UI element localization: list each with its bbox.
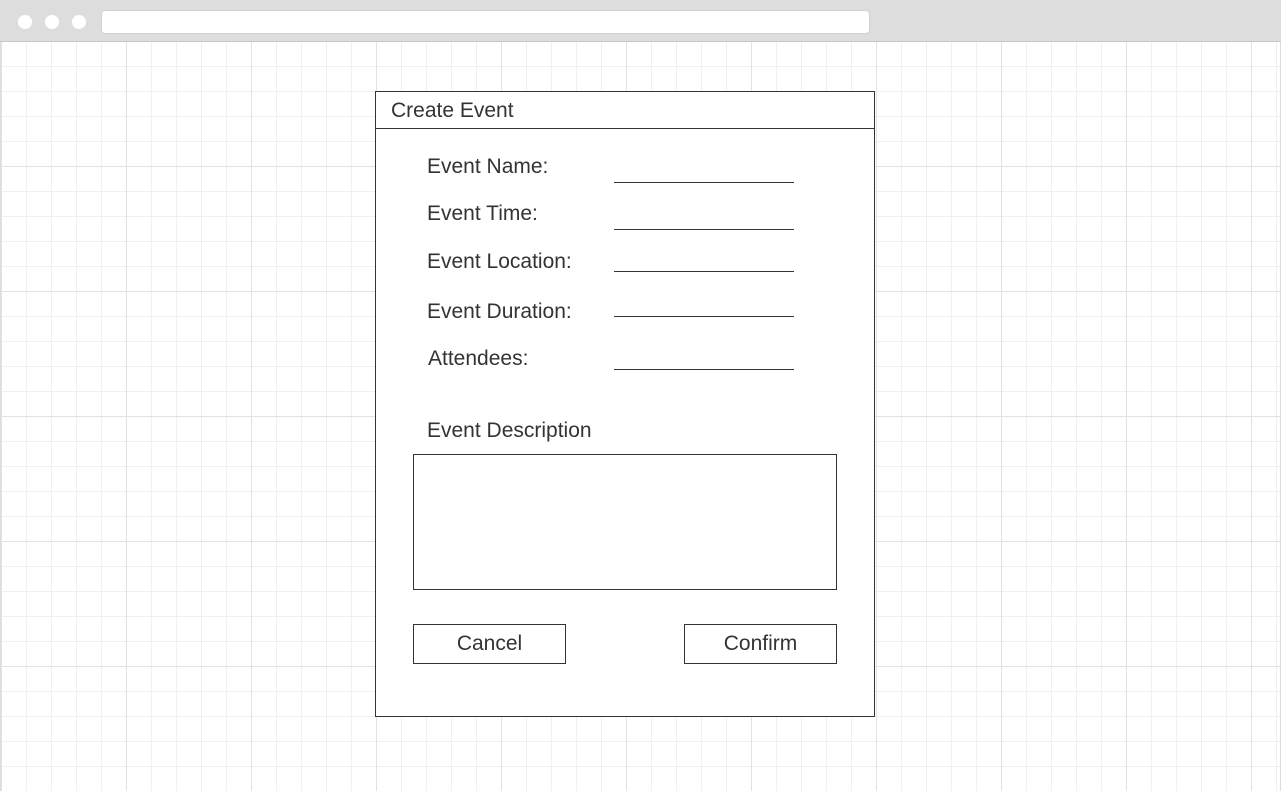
event-time-input[interactable] <box>614 207 794 230</box>
window-minimize-dot[interactable] <box>45 15 59 29</box>
browser-chrome <box>0 0 1281 42</box>
event-duration-input[interactable] <box>614 294 794 317</box>
event-name-label: Event Name: <box>427 155 549 178</box>
create-event-dialog: Create Event Event Name: Event Time: Eve… <box>375 91 875 717</box>
event-duration-label: Event Duration: <box>427 300 572 323</box>
event-description-label: Event Description <box>427 419 592 442</box>
event-name-input[interactable] <box>614 160 794 183</box>
window-maximize-dot[interactable] <box>72 15 86 29</box>
attendees-label: Attendees: <box>428 347 529 370</box>
confirm-button[interactable]: Confirm <box>684 624 837 664</box>
window-close-dot[interactable] <box>18 15 32 29</box>
address-bar[interactable] <box>101 10 870 34</box>
attendees-input[interactable] <box>614 347 794 370</box>
event-time-label: Event Time: <box>427 202 538 225</box>
dialog-title: Create Event <box>391 99 514 122</box>
cancel-button[interactable]: Cancel <box>413 624 566 664</box>
event-location-label: Event Location: <box>427 250 572 273</box>
dialog-header: Create Event <box>376 92 874 129</box>
event-description-textarea[interactable] <box>413 454 837 590</box>
event-location-input[interactable] <box>614 249 794 272</box>
